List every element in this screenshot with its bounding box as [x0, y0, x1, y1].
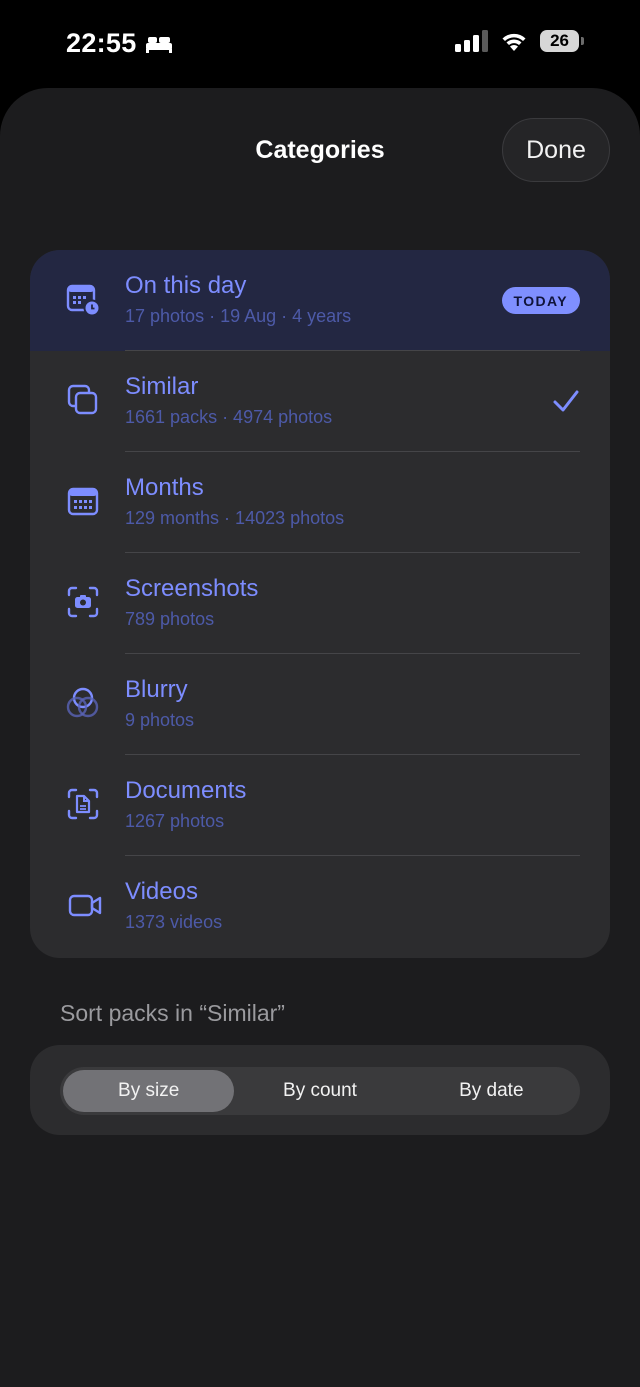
category-title: Screenshots	[125, 575, 259, 602]
category-row-screenshots[interactable]: Screenshots 789 photos	[30, 553, 610, 654]
sort-by-size-segment[interactable]: By size	[63, 1070, 235, 1112]
done-button[interactable]: Done	[502, 118, 610, 182]
status-indicators: 26	[454, 30, 584, 52]
checkmark-icon	[553, 390, 579, 412]
category-title: On this day	[125, 272, 247, 299]
category-subtitle: 1661 packs · 4974 photos	[125, 407, 333, 427]
category-row-months[interactable]: Months 129 months · 14023 photos	[30, 452, 610, 553]
category-title: Months	[125, 474, 204, 501]
document-scan-icon	[67, 788, 99, 820]
status-bar: 22:55 26	[0, 0, 640, 88]
category-subtitle: 17 photos · 19 Aug · 4 years	[125, 306, 352, 326]
categories-list: On this day 17 photos · 19 Aug · 4 years…	[30, 250, 610, 958]
category-subtitle: 129 months · 14023 photos	[125, 508, 345, 528]
sort-card: By size By count By date	[30, 1045, 610, 1135]
video-camera-icon	[68, 894, 102, 917]
category-row-blurry[interactable]: Blurry 9 photos	[30, 654, 610, 755]
calendar-clock-icon	[66, 284, 100, 316]
category-title: Blurry	[125, 676, 188, 703]
cellular-signal-icon	[455, 30, 488, 52]
clock-label: 22:55	[66, 28, 137, 58]
category-row-on-this-day[interactable]: On this day 17 photos · 19 Aug · 4 years…	[30, 250, 610, 351]
category-title: Videos	[125, 878, 198, 905]
categories-sheet: Categories Done On this day 17 photos · …	[0, 88, 640, 1387]
overlapping-squares-icon	[67, 384, 98, 415]
sort-by-count-segment[interactable]: By count	[234, 1070, 405, 1112]
category-row-documents[interactable]: Documents 1267 photos	[30, 755, 610, 856]
battery-level: 26	[540, 30, 580, 52]
category-title: Documents	[125, 777, 247, 804]
battery-icon: 26	[540, 30, 584, 52]
today-badge: TODAY	[501, 287, 580, 314]
sort-by-date-segment[interactable]: By date	[406, 1070, 577, 1112]
status-time: 22:55	[66, 28, 173, 59]
wifi-icon	[502, 33, 526, 51]
category-title: Similar	[125, 373, 199, 400]
category-subtitle: 789 photos	[125, 609, 215, 629]
category-subtitle: 9 photos	[125, 710, 195, 730]
sort-segmented-control: By size By count By date	[60, 1067, 580, 1115]
category-row-similar[interactable]: Similar 1661 packs · 4974 photos	[30, 351, 610, 452]
category-row-videos[interactable]: Videos 1373 videos	[30, 856, 610, 957]
category-subtitle: 1373 videos	[125, 912, 223, 932]
sort-section-label: Sort packs in “Similar”	[60, 1000, 285, 1026]
screenshot-camera-icon	[67, 586, 99, 618]
blur-circles-icon	[66, 687, 99, 718]
bed-icon	[145, 36, 172, 53]
category-subtitle: 1267 photos	[125, 811, 225, 831]
calendar-grid-icon	[67, 487, 99, 516]
